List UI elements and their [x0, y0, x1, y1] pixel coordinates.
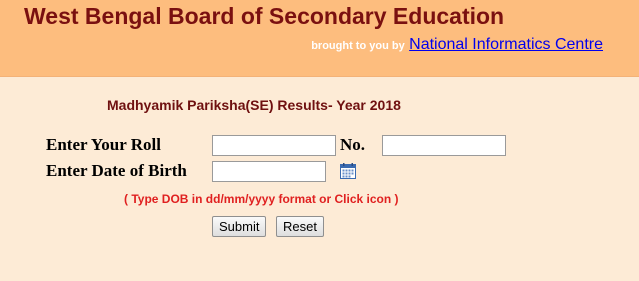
submit-button[interactable]: Submit	[212, 216, 267, 237]
dob-input[interactable]	[212, 161, 326, 182]
roll-no-input[interactable]	[382, 135, 506, 156]
calendar-icon[interactable]	[340, 163, 356, 179]
board-title: West Bengal Board of Secondary Education	[24, 3, 505, 29]
roll-label: Enter Your Roll	[46, 135, 161, 154]
brought-by-text: brought to you by	[311, 40, 405, 52]
nic-link[interactable]: National Informatics Centre	[409, 36, 603, 53]
dob-format-hint: ( Type DOB in dd/mm/yyyy format or Click…	[124, 192, 399, 206]
results-heading: Madhyamik Pariksha(SE) Results- Year 201…	[107, 97, 401, 113]
site-header: West Bengal Board of Secondary Education…	[0, 0, 639, 77]
reset-button[interactable]: Reset	[276, 216, 324, 237]
results-form: Madhyamik Pariksha(SE) Results- Year 201…	[0, 77, 639, 281]
no-label: No.	[340, 135, 366, 154]
dob-label: Enter Date of Birth	[46, 161, 187, 180]
byline: brought to you by National Informatics C…	[311, 36, 603, 54]
roll-input[interactable]	[212, 135, 336, 156]
